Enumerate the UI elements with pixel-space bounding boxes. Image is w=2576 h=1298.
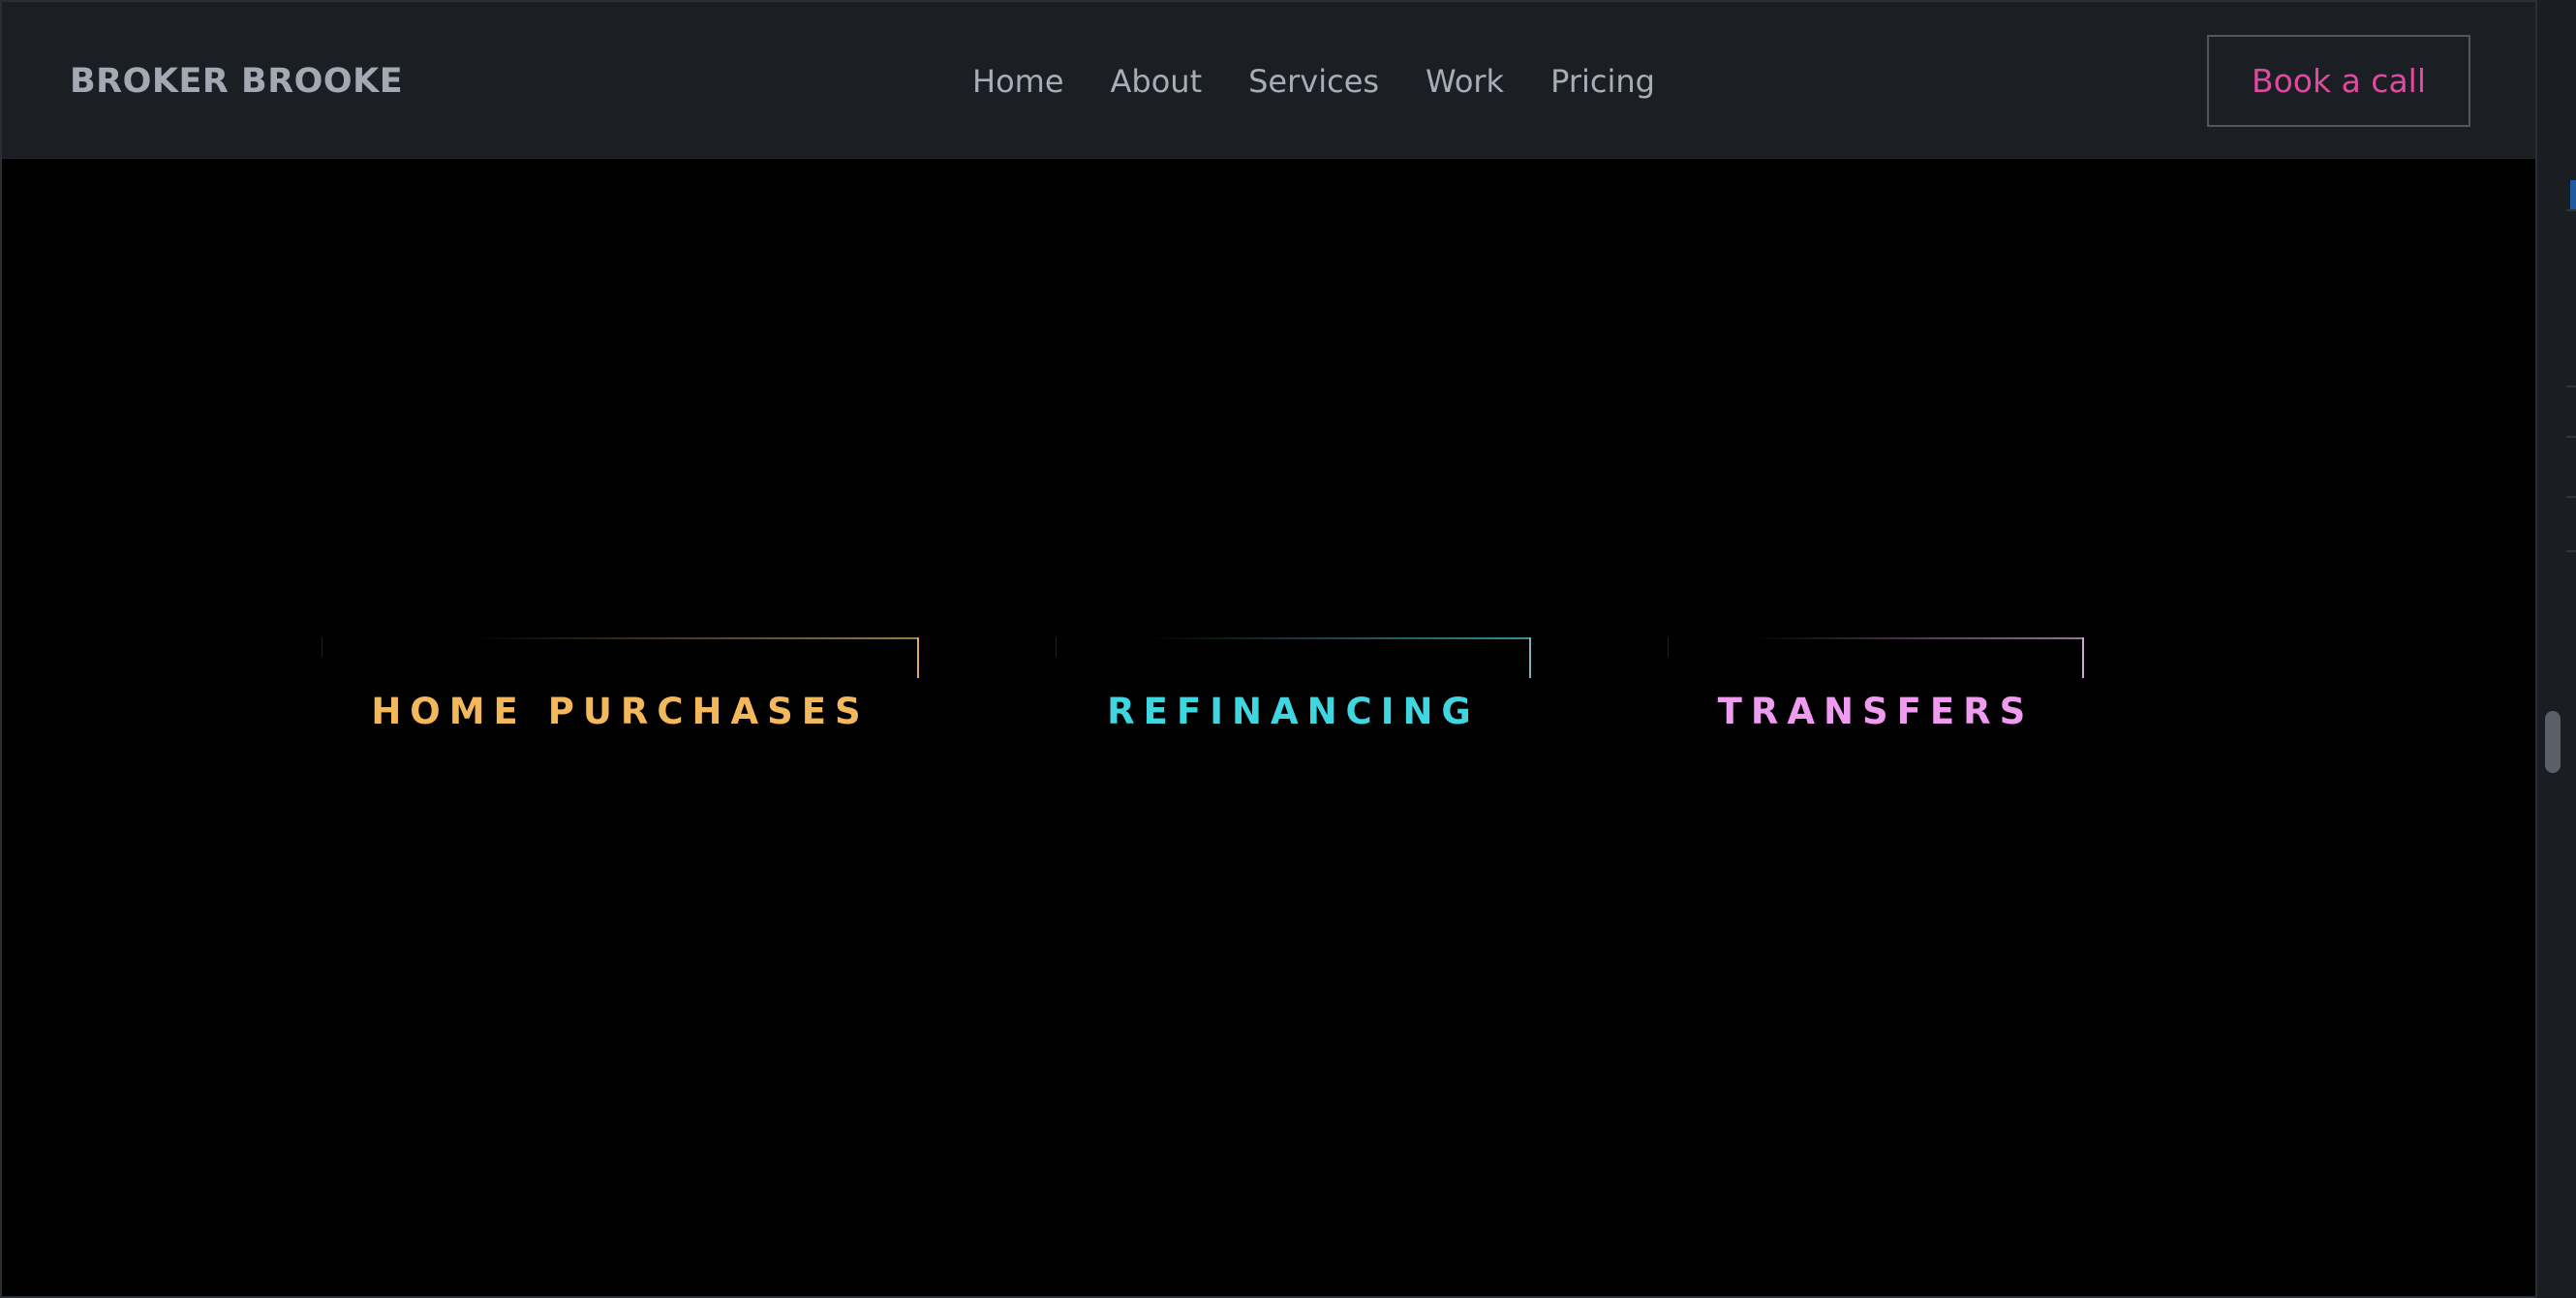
card-frame-left-edge <box>1056 637 1057 657</box>
browser-viewport: BROKER BROOKE Home About Services Work P… <box>0 0 2537 1298</box>
card-frame-left-edge <box>1668 637 1669 657</box>
edge-divider <box>2566 496 2576 498</box>
card-frame-top-line <box>1668 637 2084 639</box>
nav-link-services[interactable]: Services <box>1248 60 1379 103</box>
service-title: REFINANCING <box>1107 691 1480 732</box>
site-header: BROKER BROOKE Home About Services Work P… <box>2 2 2535 159</box>
nav-link-work[interactable]: Work <box>1426 60 1504 103</box>
nav-link-pricing[interactable]: Pricing <box>1550 60 1655 103</box>
card-frame <box>322 637 919 678</box>
edge-divider <box>2566 386 2576 387</box>
card-frame-right-line <box>2082 637 2084 678</box>
nav-link-about[interactable]: About <box>1111 60 1203 103</box>
service-card-transfers[interactable]: TRANSFERS <box>1668 637 2084 744</box>
service-card-home-purchases[interactable]: HOME PURCHASES <box>322 637 919 744</box>
book-a-call-button[interactable]: Book a call <box>2207 35 2470 127</box>
card-frame-top-line <box>322 637 919 639</box>
scrollbar-thumb[interactable] <box>2545 711 2561 773</box>
edge-accent-marker <box>2570 180 2576 209</box>
service-title: TRANSFERS <box>1717 691 2035 732</box>
card-frame-top-line <box>1056 637 1531 639</box>
card-frame <box>1056 637 1531 678</box>
card-frame <box>1668 637 2084 678</box>
brand-logo[interactable]: BROKER BROOKE <box>70 60 403 103</box>
edge-divider <box>2566 550 2576 552</box>
service-card-refinancing[interactable]: REFINANCING <box>1056 637 1531 744</box>
main-nav: Home About Services Work Pricing <box>972 60 1655 103</box>
nav-link-home[interactable]: Home <box>972 60 1064 103</box>
card-frame-right-line <box>917 637 919 678</box>
service-title: HOME PURCHASES <box>371 691 870 732</box>
edge-divider <box>2566 436 2576 438</box>
card-frame-right-line <box>1529 637 1531 678</box>
edge-divider <box>2566 209 2576 211</box>
